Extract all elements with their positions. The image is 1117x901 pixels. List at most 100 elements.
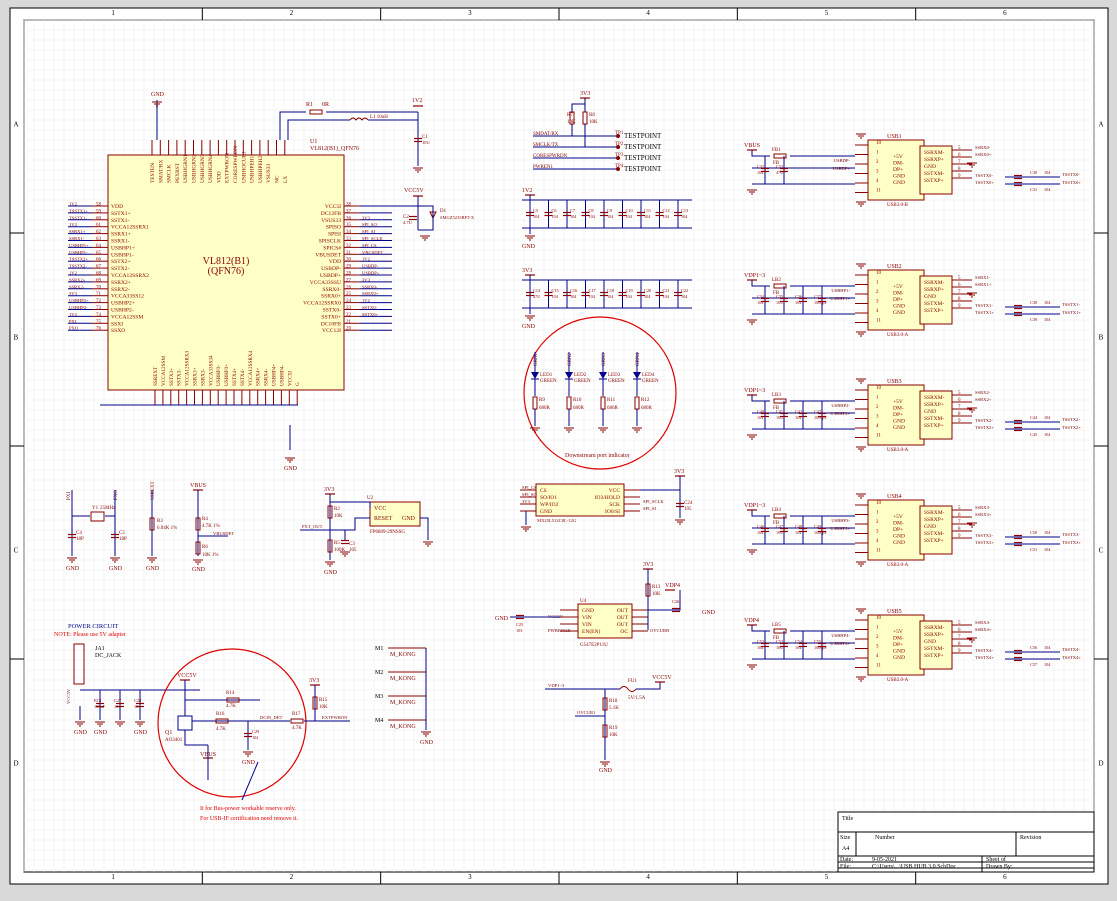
frame-column-label: 4	[646, 9, 650, 17]
testpoint-label: TESTPOINT	[624, 132, 662, 140]
gnd-text: GND	[66, 566, 80, 572]
gnd-text: GND	[192, 567, 206, 573]
usb-pin-name: DP+	[893, 167, 903, 173]
pin-name: CS	[540, 488, 547, 494]
chip-pin-name: G	[295, 382, 301, 386]
chip-pin-name: VCCA33SS34	[208, 355, 214, 386]
net-label: TSSTX4-	[975, 648, 993, 653]
frame-column-label: 6	[1003, 9, 1007, 17]
value: 104	[1044, 170, 1051, 175]
power-circuit-note: NOTE: Please use 5V adapter	[54, 632, 126, 638]
title-block-drawn: Drawn By:	[986, 864, 1013, 870]
net-label: SSRX2+	[69, 277, 86, 282]
designator: C8	[589, 208, 594, 213]
value: 100uF	[94, 704, 106, 709]
usb-pin-name: +5V	[893, 154, 903, 160]
value: 680R	[607, 406, 619, 411]
chip-pin-name: SSREXT	[153, 366, 159, 386]
frame-column-label: 3	[468, 873, 472, 881]
usb-pin-name: GND	[924, 524, 936, 530]
net-label: SSRX2-	[69, 284, 85, 289]
chip-pin-name: USBHGRN2	[192, 154, 198, 183]
chip-pin-name: SSRX2+	[111, 280, 131, 286]
value: 47U	[533, 294, 541, 299]
frame-row-label: B	[14, 334, 19, 342]
chip-pin-name: SSTX1+	[111, 211, 131, 217]
chip-pin-name: SSRX4-	[264, 368, 270, 386]
chip-pin-number: 58	[96, 203, 102, 208]
gnd-text: GND	[74, 730, 88, 736]
net-label: USBDP+	[362, 271, 380, 276]
designator: R11	[607, 398, 616, 403]
usb-pin-name: GND	[893, 425, 905, 431]
designator: C29	[252, 729, 259, 734]
chip-pin-name: SSRX0+	[321, 294, 341, 300]
net-label: 3V3	[69, 291, 78, 296]
frame-row-label: A	[1098, 121, 1103, 129]
chip-pin-name: SSXO	[111, 328, 125, 334]
chip-pin-number: 22	[346, 313, 352, 318]
usb-pin-name: DP+	[893, 642, 903, 648]
chip-pin-name: USBHOCUR1	[241, 151, 247, 183]
chip-pin-name: SPISO	[326, 225, 341, 231]
designator: C25	[516, 622, 523, 627]
designator: R18	[609, 699, 618, 704]
designator: C42	[795, 409, 802, 414]
usb-pin-name: SSRXM-	[924, 625, 945, 631]
value: 4.7K	[216, 727, 226, 732]
usb-designator: USB5	[887, 609, 902, 615]
annotation-text: Downstream port indicator	[565, 453, 630, 459]
net-label: 1V2	[69, 312, 78, 317]
net-label: 1V2	[69, 222, 78, 227]
pin-name: GND	[582, 608, 594, 614]
chip-pin-name: USBHGRN1	[183, 154, 189, 183]
designator: U2	[367, 496, 374, 501]
chip-pin-number: 70	[96, 285, 102, 290]
net-label: TSSTX2-	[1062, 417, 1080, 422]
chip-pin-number: 72	[96, 299, 102, 304]
net-label: USBDP-	[362, 264, 379, 269]
designator: C7	[570, 208, 576, 213]
designator: C53	[776, 639, 783, 644]
value: 18P	[76, 537, 84, 542]
designator: C52	[757, 639, 764, 644]
usb-pin-name: DM-	[893, 636, 904, 642]
net-label: EXTPWRON	[322, 715, 348, 720]
net-label: USBDP+	[833, 166, 851, 171]
designator: C13	[681, 208, 688, 213]
designator: C17	[589, 288, 597, 293]
chip-pin-name: SSTX4-	[240, 369, 246, 386]
chip-pin-name: VSUS33	[321, 218, 341, 224]
bus-note: It for Bus-power workable reserve only.	[200, 805, 296, 812]
chip-pin-name: USBHP2-	[111, 308, 134, 314]
usb-pin-name: GND	[893, 310, 905, 316]
usb-pin-name: SSRXM-	[924, 150, 945, 156]
net-label: TSSTX4+	[1062, 655, 1081, 660]
chip-pin-name: SSRX1+	[111, 232, 131, 238]
value: M_KONG	[390, 652, 416, 658]
net-label: SSRX2-	[975, 390, 991, 395]
designator: C40	[757, 409, 764, 414]
chip-pin-number: 73	[96, 306, 102, 311]
designator: Y1	[92, 506, 99, 511]
value: 104	[626, 214, 633, 219]
value: SMGZ5235BPT-X	[440, 215, 475, 220]
schematic-sheet: 112233445566AABBCCDD VL812(B1) (QFN76) U1 V…	[0, 0, 1117, 896]
gnd-text: GND	[134, 730, 148, 736]
usb-pin-name: GND	[893, 649, 905, 655]
designator: R4	[202, 517, 208, 522]
net-label: TSSTX3+	[975, 540, 994, 545]
value: 104	[681, 294, 688, 299]
net-label: SSTX0-	[362, 305, 378, 310]
designator: LB4	[772, 508, 781, 513]
usb-power-net: VDP1~3	[744, 503, 765, 509]
value: 104	[589, 294, 596, 299]
gnd-text: GND	[522, 324, 536, 330]
usb-pin-name: SSRXP+	[924, 632, 944, 638]
net-3v3: 3V3	[674, 469, 684, 475]
net-label: USBDP-	[834, 158, 851, 163]
value: 104	[1044, 317, 1051, 322]
pin-name: RESET	[374, 516, 393, 522]
designator: R3	[157, 519, 163, 524]
usb-pin-name: SSRXM-	[924, 280, 945, 286]
